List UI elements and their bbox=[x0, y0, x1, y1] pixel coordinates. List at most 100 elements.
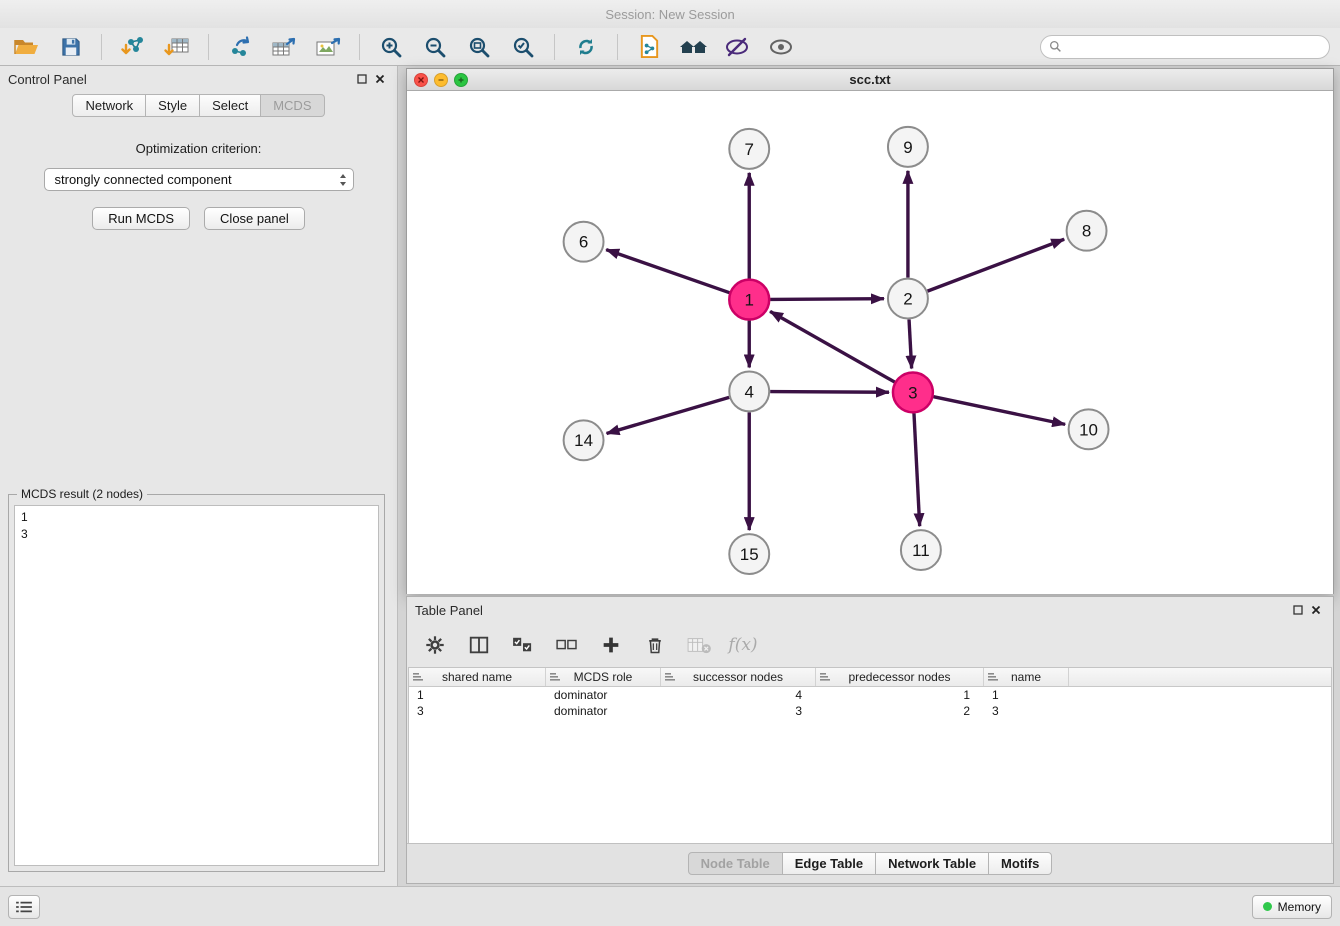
node-7[interactable]: 7 bbox=[729, 129, 769, 169]
node-11[interactable]: 11 bbox=[901, 530, 941, 570]
table-settings-button[interactable] bbox=[421, 631, 449, 659]
close-icon bbox=[417, 76, 425, 84]
edge-3-10[interactable] bbox=[933, 397, 1065, 425]
search-field[interactable] bbox=[1040, 35, 1330, 59]
float-table-panel-button[interactable] bbox=[1289, 601, 1307, 619]
table-panel-header: Table Panel bbox=[407, 597, 1333, 623]
optimization-criterion-dropdown[interactable]: strongly connected component bbox=[44, 168, 354, 191]
tab-select[interactable]: Select bbox=[200, 94, 261, 117]
column-header-name[interactable]: name bbox=[984, 668, 1069, 686]
node-2[interactable]: 2 bbox=[888, 279, 928, 319]
show-panels-button[interactable] bbox=[8, 895, 40, 919]
toolbar-separator bbox=[359, 34, 360, 60]
style-preview-button[interactable] bbox=[721, 32, 753, 62]
network-graph-svg[interactable]: 7 9 6 8 1 2 4 3 14 10 15 11 bbox=[407, 91, 1333, 594]
svg-text:14: 14 bbox=[574, 431, 593, 450]
node-1[interactable]: 1 bbox=[729, 280, 769, 320]
open-folder-icon bbox=[13, 35, 39, 59]
minimize-icon bbox=[437, 76, 445, 84]
svg-text:4: 4 bbox=[745, 382, 754, 401]
toolbar-separator bbox=[101, 34, 102, 60]
sort-icon[interactable] bbox=[988, 672, 998, 682]
float-panel-button[interactable] bbox=[353, 70, 371, 88]
table-row[interactable]: 3dominator323 bbox=[409, 703, 1331, 719]
edge-1-2[interactable] bbox=[770, 299, 884, 300]
table-body[interactable]: 1dominator4113dominator323 bbox=[409, 687, 1331, 843]
export-network-button[interactable] bbox=[224, 32, 256, 62]
zoom-selected-button[interactable] bbox=[507, 32, 539, 62]
column-header-successor-nodes[interactable]: successor nodes bbox=[661, 668, 816, 686]
search-input[interactable] bbox=[1067, 40, 1321, 54]
column-header-MCDS-role[interactable]: MCDS role bbox=[546, 668, 661, 686]
edge-2-3[interactable] bbox=[909, 320, 912, 369]
node-6[interactable]: 6 bbox=[564, 222, 604, 262]
gear-icon bbox=[424, 634, 446, 656]
close-panel-action-button[interactable]: Close panel bbox=[204, 207, 305, 230]
edge-3-1[interactable] bbox=[770, 311, 895, 382]
node-15[interactable]: 15 bbox=[729, 534, 769, 574]
edge-1-6[interactable] bbox=[606, 250, 729, 293]
network-document-button[interactable] bbox=[633, 32, 665, 62]
table-cell: dominator bbox=[546, 704, 661, 718]
tab-node-table[interactable]: Node Table bbox=[688, 852, 783, 875]
save-session-button[interactable] bbox=[54, 32, 86, 62]
node-8[interactable]: 8 bbox=[1067, 211, 1107, 251]
open-session-button[interactable] bbox=[10, 32, 42, 62]
edge-4-3[interactable] bbox=[770, 392, 889, 393]
table-header-row: shared nameMCDS rolesuccessor nodesprede… bbox=[409, 668, 1331, 687]
close-table-panel-button[interactable] bbox=[1307, 601, 1325, 619]
tab-edge-table[interactable]: Edge Table bbox=[783, 852, 876, 875]
table-cell: 2 bbox=[816, 704, 984, 718]
window-title: Session: New Session bbox=[605, 7, 734, 22]
sort-icon[interactable] bbox=[413, 672, 423, 682]
close-panel-button[interactable] bbox=[371, 70, 389, 88]
add-column-button[interactable] bbox=[597, 631, 625, 659]
network-window-titlebar[interactable]: scc.txt bbox=[407, 69, 1333, 91]
node-4[interactable]: 4 bbox=[729, 371, 769, 411]
show-columns-button[interactable] bbox=[465, 631, 493, 659]
column-header-shared-name[interactable]: shared name bbox=[409, 668, 546, 686]
table-row[interactable]: 1dominator411 bbox=[409, 687, 1331, 703]
svg-text:10: 10 bbox=[1079, 420, 1098, 439]
svg-text:15: 15 bbox=[740, 545, 759, 564]
tab-mcds[interactable]: MCDS bbox=[261, 94, 324, 117]
home-network-button[interactable] bbox=[677, 32, 709, 62]
svg-text:11: 11 bbox=[912, 541, 930, 560]
edge-4-14[interactable] bbox=[607, 397, 730, 433]
edge-2-8[interactable] bbox=[928, 239, 1065, 291]
node-9[interactable]: 9 bbox=[888, 127, 928, 167]
mcds-result-list[interactable]: 13 bbox=[14, 505, 379, 866]
import-network-button[interactable] bbox=[117, 32, 149, 62]
run-mcds-button[interactable]: Run MCDS bbox=[92, 207, 190, 230]
close-window-button[interactable] bbox=[414, 73, 428, 87]
table-cell: 4 bbox=[661, 688, 816, 702]
tab-network-table[interactable]: Network Table bbox=[876, 852, 989, 875]
table-cell: 1 bbox=[984, 688, 1069, 702]
tab-network[interactable]: Network bbox=[72, 94, 146, 117]
node-10[interactable]: 10 bbox=[1069, 409, 1109, 449]
sort-icon[interactable] bbox=[665, 672, 675, 682]
sort-icon[interactable] bbox=[550, 672, 560, 682]
node-14[interactable]: 14 bbox=[564, 420, 604, 460]
maximize-window-button[interactable] bbox=[454, 73, 468, 87]
column-header-predecessor-nodes[interactable]: predecessor nodes bbox=[816, 668, 984, 686]
home-icons bbox=[678, 35, 708, 59]
show-hide-button[interactable] bbox=[765, 32, 797, 62]
deselect-all-button[interactable] bbox=[553, 631, 581, 659]
select-all-button[interactable] bbox=[509, 631, 537, 659]
export-table-button[interactable] bbox=[268, 32, 300, 62]
memory-button[interactable]: Memory bbox=[1252, 895, 1332, 919]
tab-style[interactable]: Style bbox=[146, 94, 200, 117]
sort-icon[interactable] bbox=[820, 672, 830, 682]
export-image-button[interactable] bbox=[312, 32, 344, 62]
edge-3-11[interactable] bbox=[914, 413, 920, 526]
apply-layout-button[interactable] bbox=[570, 32, 602, 62]
minimize-window-button[interactable] bbox=[434, 73, 448, 87]
tab-motifs[interactable]: Motifs bbox=[989, 852, 1052, 875]
zoom-out-button[interactable] bbox=[419, 32, 451, 62]
delete-column-button[interactable] bbox=[641, 631, 669, 659]
zoom-in-button[interactable] bbox=[375, 32, 407, 62]
zoom-fit-button[interactable] bbox=[463, 32, 495, 62]
node-3[interactable]: 3 bbox=[893, 372, 933, 412]
import-table-button[interactable] bbox=[161, 32, 193, 62]
